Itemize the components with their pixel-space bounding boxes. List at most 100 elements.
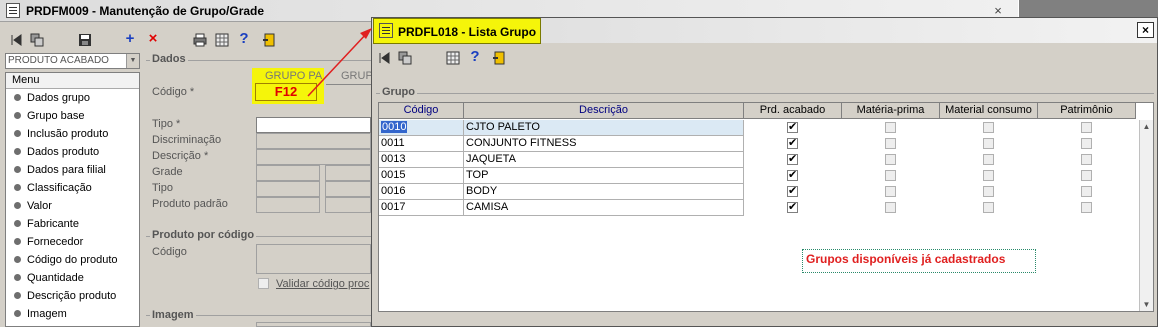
imagem-group-label: Imagem xyxy=(150,309,196,321)
product-type-select[interactable]: PRODUTO ACABADO ▼ xyxy=(5,53,140,69)
cell-codigo[interactable]: 0013 xyxy=(379,152,464,168)
menu-item[interactable]: Dados produto xyxy=(6,143,139,161)
main-window-title: PRDFM009 - Manutenção de Grupo/Grade xyxy=(26,4,265,18)
cell-codigo[interactable]: 0010 xyxy=(379,120,464,136)
cell-descricao[interactable]: TOP xyxy=(464,168,744,184)
add-button[interactable]: + xyxy=(123,31,137,46)
grid-checkbox-prd-acabado[interactable] xyxy=(787,120,798,133)
menu-item[interactable]: Descrição produto xyxy=(6,287,139,305)
exit-door-icon[interactable] xyxy=(492,51,506,65)
print-icon[interactable] xyxy=(193,33,207,47)
product-type-value: PRODUTO ACABADO xyxy=(8,55,109,66)
grid-checkbox-patrimonio[interactable] xyxy=(1081,154,1092,165)
grid-checkbox-materia-prima[interactable] xyxy=(885,154,896,165)
menu-item[interactable]: Imagem xyxy=(6,305,139,323)
descricao-field xyxy=(256,149,371,165)
grid-checkbox-materia-prima[interactable] xyxy=(885,202,896,213)
column-header-prd-acabado[interactable]: Prd. acabado xyxy=(744,103,842,119)
menu-item[interactable]: Fabricante xyxy=(6,215,139,233)
delete-button[interactable]: × xyxy=(146,31,160,46)
codigo-field[interactable]: F12 xyxy=(255,83,317,101)
grid-checkbox-patrimonio[interactable] xyxy=(1081,170,1092,181)
ppc-codigo-field xyxy=(256,244,371,274)
cell-descricao[interactable]: JAQUETA xyxy=(464,152,744,168)
grid-checkbox-material-consumo[interactable] xyxy=(983,154,994,165)
dialog-close-button[interactable]: × xyxy=(1137,22,1154,38)
scroll-down-icon[interactable]: ▼ xyxy=(1140,298,1153,311)
main-close-icon[interactable]: × xyxy=(990,4,1006,18)
grid-vertical-scrollbar[interactable]: ▲ ▼ xyxy=(1139,120,1153,311)
column-header-codigo[interactable]: Código xyxy=(379,103,464,119)
copy-icon[interactable] xyxy=(398,51,412,65)
grid-checkbox-material-consumo[interactable] xyxy=(983,122,994,133)
first-record-icon[interactable] xyxy=(10,33,24,47)
produto-padrao-field-2 xyxy=(325,197,371,213)
grid-checkbox-prd-acabado[interactable] xyxy=(787,168,798,181)
column-header-descricao[interactable]: Descrição xyxy=(464,103,744,119)
column-header-materia-prima[interactable]: Matéria-prima xyxy=(842,103,940,119)
dialog-title-bar: PRDFL018 - Lista Grupo × xyxy=(372,18,1157,44)
cell-codigo[interactable]: 0016 xyxy=(379,184,464,200)
help-button[interactable]: ? xyxy=(237,31,251,46)
grid-checkbox-materia-prima[interactable] xyxy=(885,170,896,181)
grid-checkbox-material-consumo[interactable] xyxy=(983,186,994,197)
calculator-icon[interactable] xyxy=(446,51,460,65)
cell-descricao[interactable]: CONJUNTO FITNESS xyxy=(464,136,744,152)
menu-item[interactable]: Quantidade xyxy=(6,269,139,287)
grid-checkbox-material-consumo[interactable] xyxy=(983,138,994,149)
grid-checkbox-material-consumo[interactable] xyxy=(983,202,994,213)
chevron-down-icon[interactable]: ▼ xyxy=(126,54,139,68)
tipo-field[interactable] xyxy=(256,117,371,133)
column-header-material-consumo[interactable]: Material consumo xyxy=(940,103,1038,119)
tab-grupo-pa[interactable]: GRUPO PA xyxy=(265,70,322,82)
ppc-codigo-label: Código xyxy=(152,246,187,258)
calculator-icon[interactable] xyxy=(215,33,229,47)
menu-item[interactable]: Inclusão produto xyxy=(6,125,139,143)
grid-checkbox-prd-acabado[interactable] xyxy=(787,184,798,197)
side-menu: Menu Dados grupo Grupo base Inclusão pro… xyxy=(5,72,140,327)
grid-checkbox-patrimonio[interactable] xyxy=(1081,186,1092,197)
menu-item[interactable]: Dados grupo xyxy=(6,89,139,107)
menu-item[interactable]: Dados para filial xyxy=(6,161,139,179)
grupo-group-border xyxy=(376,93,1154,94)
grid-checkbox-patrimonio[interactable] xyxy=(1081,122,1092,133)
grid-checkbox-patrimonio[interactable] xyxy=(1081,138,1092,149)
grid-checkbox-prd-acabado[interactable] xyxy=(787,200,798,213)
grid-checkbox-patrimonio[interactable] xyxy=(1081,202,1092,213)
menu-item[interactable]: Código do produto xyxy=(6,251,139,269)
first-record-icon[interactable] xyxy=(378,51,392,65)
lista-grupo-dialog: PRDFL018 - Lista Grupo × ? Grupo Código … xyxy=(371,17,1158,327)
grid-checkbox-prd-acabado[interactable] xyxy=(787,152,798,165)
save-icon[interactable] xyxy=(78,33,92,47)
grid-checkbox-materia-prima[interactable] xyxy=(885,122,896,133)
tipo-label: Tipo * xyxy=(152,118,181,130)
imagem-field xyxy=(256,322,371,327)
bullet-icon xyxy=(14,94,21,101)
grid-checkbox-material-consumo[interactable] xyxy=(983,170,994,181)
tab-grupo-other[interactable]: GRUP xyxy=(341,70,373,82)
cell-descricao[interactable]: CJTO PALETO xyxy=(464,120,744,136)
cell-codigo[interactable]: 0011 xyxy=(379,136,464,152)
cell-codigo[interactable]: 0015 xyxy=(379,168,464,184)
tipo2-label: Tipo xyxy=(152,182,173,194)
cell-descricao[interactable]: BODY xyxy=(464,184,744,200)
copy-icon[interactable] xyxy=(30,33,44,47)
grade-label: Grade xyxy=(152,166,183,178)
menu-item[interactable]: Valor xyxy=(6,197,139,215)
menu-item[interactable]: Classificação xyxy=(6,179,139,197)
menu-item[interactable]: Fornecedor xyxy=(6,233,139,251)
menu-item[interactable]: Grupo base xyxy=(6,107,139,125)
dialog-help-button[interactable]: ? xyxy=(468,49,482,64)
grid-checkbox-materia-prima[interactable] xyxy=(885,186,896,197)
cell-descricao[interactable]: CAMISA xyxy=(464,200,744,216)
cell-codigo[interactable]: 0017 xyxy=(379,200,464,216)
scroll-up-icon[interactable]: ▲ xyxy=(1140,120,1153,133)
grid-checkbox-materia-prima[interactable] xyxy=(885,138,896,149)
bullet-icon xyxy=(14,238,21,245)
validar-checkbox[interactable] xyxy=(258,278,269,289)
exit-door-icon[interactable] xyxy=(262,33,276,47)
grid-checkbox-prd-acabado[interactable] xyxy=(787,136,798,149)
tab-underline xyxy=(326,84,371,85)
column-header-patrimonio[interactable]: Patrimônio xyxy=(1038,103,1136,119)
available-groups-note: Grupos disponíveis já cadastrados xyxy=(802,249,1036,273)
